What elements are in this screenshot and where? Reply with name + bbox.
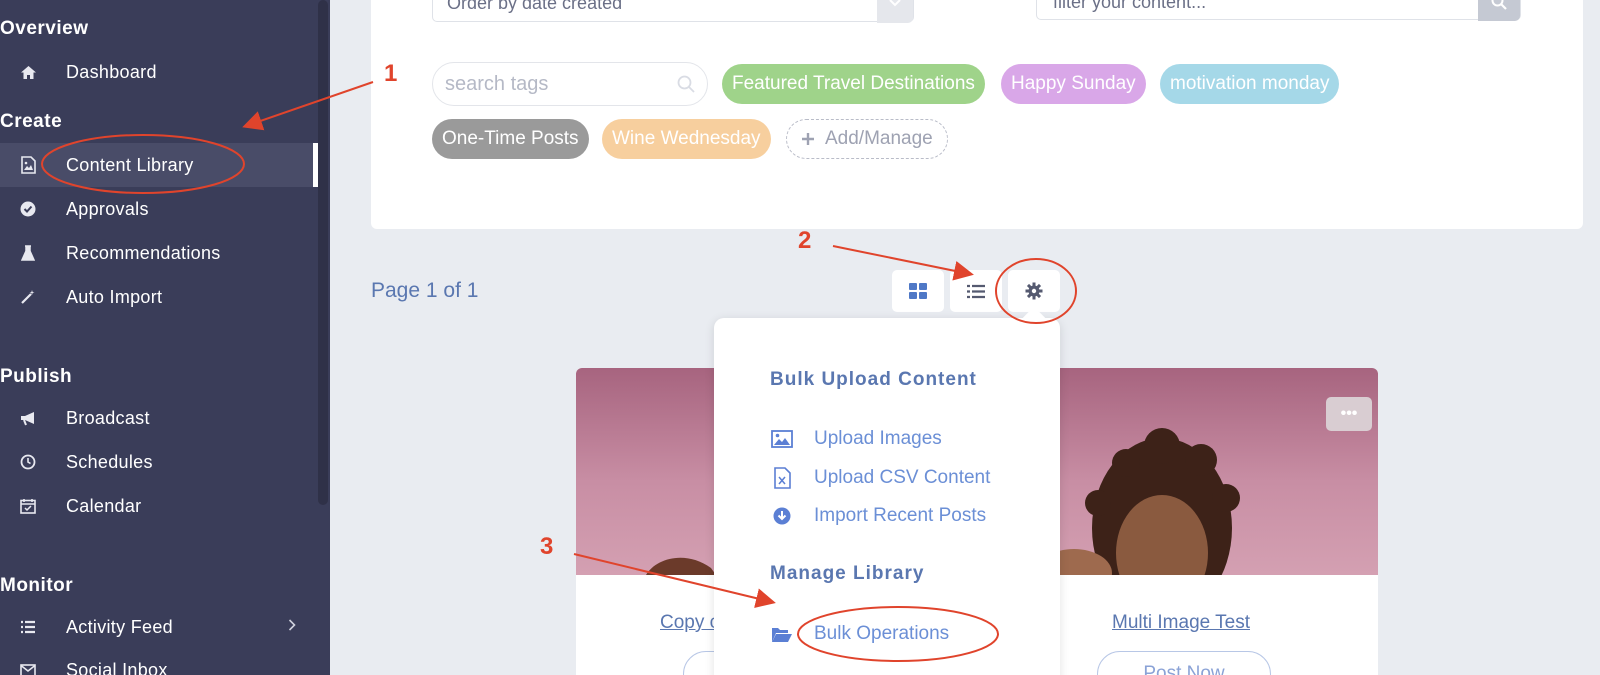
sidebar-item-label: Auto Import <box>66 286 163 307</box>
list-icon <box>967 284 985 299</box>
bullhorn-icon <box>18 408 38 428</box>
section-overview: Overview <box>0 18 89 39</box>
magic-wand-icon <box>18 287 38 307</box>
section-create: Create <box>0 111 63 132</box>
sidebar: Overview Dashboard Create Content Librar… <box>0 0 330 675</box>
flask-icon <box>18 243 38 263</box>
search-icon <box>677 75 695 98</box>
grid-icon <box>909 283 927 299</box>
grid-view-button[interactable] <box>892 270 944 312</box>
sidebar-item-social-inbox[interactable]: Social Inbox <box>0 648 318 675</box>
sidebar-item-label: Activity Feed <box>66 616 173 637</box>
sidebar-item-label: Calendar <box>66 495 142 516</box>
sidebar-scrollbar[interactable] <box>318 0 328 505</box>
sidebar-item-calendar[interactable]: Calendar <box>0 484 318 528</box>
upload-csv-item[interactable]: Upload CSV Content <box>770 465 990 491</box>
chevron-down-icon <box>877 0 913 23</box>
tag-featured-travel-destinations[interactable]: Featured Travel Destinations <box>722 64 985 104</box>
tag-motivation-monday[interactable]: motivation monday <box>1160 64 1340 104</box>
card-title-link[interactable]: Copy c <box>660 612 719 634</box>
sidebar-item-label: Approvals <box>66 198 149 219</box>
list-view-button[interactable] <box>950 270 1002 312</box>
search-icon[interactable] <box>1478 0 1520 21</box>
clock-icon <box>18 452 38 472</box>
import-recent-posts-item[interactable]: Import Recent Posts <box>770 503 986 529</box>
sidebar-item-label: Broadcast <box>66 407 150 428</box>
sidebar-item-label: Social Inbox <box>66 659 168 675</box>
card-more-button[interactable]: ••• <box>1326 397 1372 431</box>
sidebar-item-broadcast[interactable]: Broadcast <box>0 396 318 440</box>
settings-dropdown: Bulk Upload Content Upload Images Upload… <box>714 318 1060 675</box>
sidebar-item-label: Content Library <box>66 154 194 175</box>
tag-search-input[interactable]: search tags <box>432 62 708 106</box>
chevron-right-icon <box>288 618 296 636</box>
order-by-select[interactable]: Order by date created <box>432 0 914 23</box>
envelope-icon <box>18 660 38 675</box>
plus-icon <box>801 132 815 146</box>
annotation-number-2: 2 <box>798 227 812 254</box>
tag-search-placeholder: search tags <box>445 73 549 95</box>
list-icon <box>18 617 38 637</box>
check-circle-icon <box>18 199 38 219</box>
annotation-number-3: 3 <box>540 533 554 560</box>
sidebar-item-dashboard[interactable]: Dashboard <box>0 50 318 94</box>
tag-one-time-posts[interactable]: One-Time Posts <box>432 119 589 159</box>
order-by-value: Order by date created <box>447 0 623 13</box>
section-monitor: Monitor <box>0 575 74 596</box>
add-manage-label: Add/Manage <box>825 128 933 149</box>
upload-csv-label: Upload CSV Content <box>814 467 991 488</box>
section-publish: Publish <box>0 366 73 387</box>
image-icon <box>770 427 794 451</box>
sidebar-item-label: Dashboard <box>66 61 157 82</box>
manage-library-heading: Manage Library <box>770 563 925 584</box>
import-recent-label: Import Recent Posts <box>814 505 987 526</box>
tag-wine-wednesday[interactable]: Wine Wednesday <box>602 119 771 159</box>
calendar-check-icon <box>18 496 38 516</box>
bulk-operations-label: Bulk Operations <box>814 623 950 644</box>
sidebar-item-recommendations[interactable]: Recommendations <box>0 231 318 275</box>
image-file-icon <box>18 155 38 175</box>
filter-content-input[interactable]: filter your content... <box>1036 0 1521 21</box>
sidebar-item-label: Schedules <box>66 451 153 472</box>
sidebar-item-activity-feed[interactable]: Activity Feed <box>0 605 318 649</box>
download-circle-icon <box>770 504 794 528</box>
home-icon <box>18 62 38 82</box>
gear-icon <box>1025 282 1043 300</box>
sidebar-item-content-library[interactable]: Content Library <box>0 143 318 187</box>
page-indicator: Page 1 of 1 <box>371 279 479 302</box>
filter-placeholder: filter your content... <box>1053 0 1207 12</box>
post-now-button[interactable]: Post Now <box>1097 651 1271 675</box>
upload-images-item[interactable]: Upload Images <box>770 426 942 452</box>
sidebar-item-auto-import[interactable]: Auto Import <box>0 275 318 319</box>
sidebar-item-schedules[interactable]: Schedules <box>0 440 318 484</box>
filter-card <box>371 0 1583 229</box>
folder-open-icon <box>770 622 794 646</box>
bulk-upload-heading: Bulk Upload Content <box>770 369 977 390</box>
tag-happy-sunday[interactable]: Happy Sunday <box>1001 64 1146 104</box>
bulk-operations-item[interactable]: Bulk Operations <box>770 621 949 647</box>
add-manage-tags-button[interactable]: Add/Manage <box>786 119 948 159</box>
card-title-link[interactable]: Multi Image Test <box>1112 612 1250 634</box>
csv-file-icon <box>770 466 794 490</box>
sidebar-item-approvals[interactable]: Approvals <box>0 187 318 231</box>
upload-images-label: Upload Images <box>814 428 942 449</box>
sidebar-item-label: Recommendations <box>66 242 221 263</box>
annotation-number-1: 1 <box>384 60 398 87</box>
